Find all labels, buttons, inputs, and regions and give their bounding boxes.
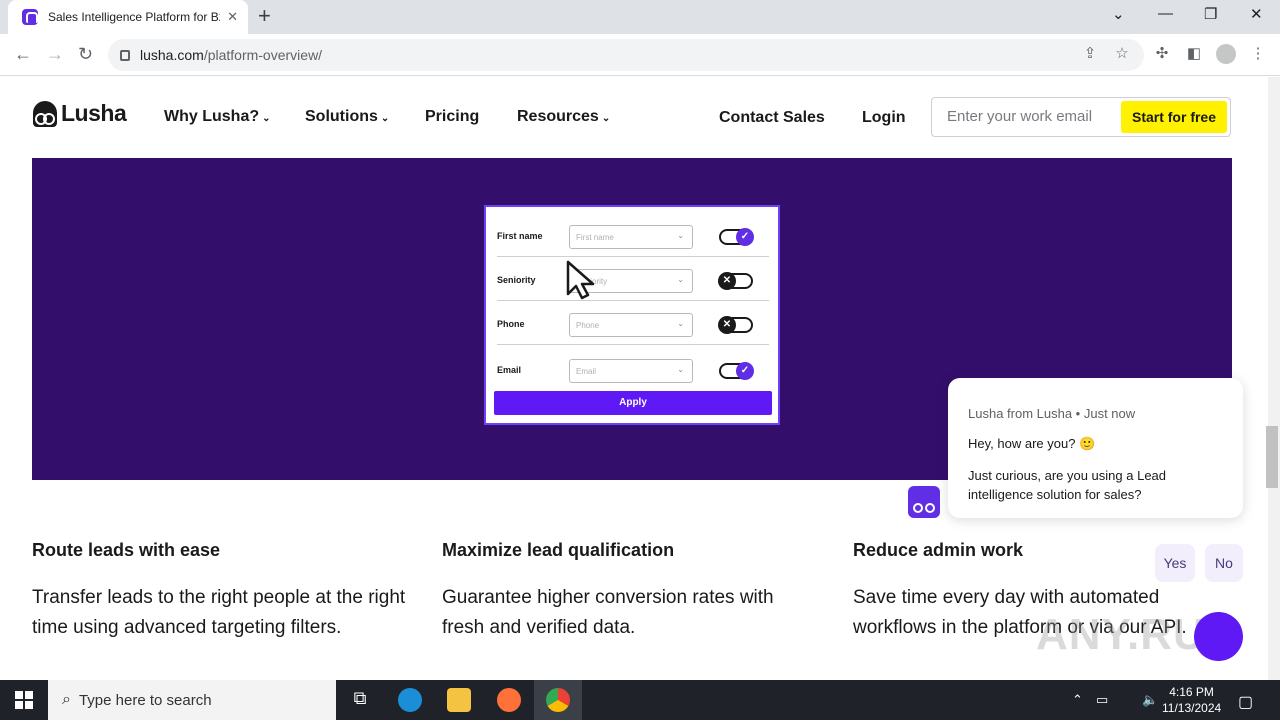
toggle-off: ✕ [718, 272, 753, 290]
x-icon: ✕ [718, 316, 736, 334]
filter-row: Email Email ⌄ ✓ [486, 345, 778, 389]
chevron-down-icon: ⌄ [677, 231, 684, 240]
taskbar-clock[interactable]: 4:16 PM 11/13/2024 [1162, 684, 1221, 716]
window-close-button[interactable]: ✕ [1250, 5, 1263, 23]
chrome-icon[interactable] [546, 688, 570, 712]
nav-solutions[interactable]: Solutions ⌄ [305, 108, 389, 126]
logo-text: Lusha [61, 100, 127, 126]
task-view-icon[interactable]: ⧉ [348, 688, 372, 712]
chat-launcher-button[interactable] [1194, 612, 1243, 661]
lusha-logo-icon [33, 100, 57, 127]
check-icon: ✓ [736, 228, 754, 246]
feature-body: Guarantee higher conversion rates with f… [442, 587, 774, 638]
filter-select: Phone ⌄ [569, 313, 693, 337]
toggle-on: ✓ [719, 228, 754, 246]
chevron-down-icon: ⌄ [677, 365, 684, 374]
chat-message: Hey, how are you? 🙂 [968, 436, 1096, 451]
tray-chevron-icon[interactable]: ⌃ [1072, 692, 1083, 708]
start-for-free-button[interactable]: Start for free [1121, 101, 1227, 133]
page-scrollbar[interactable] [1268, 77, 1280, 680]
x-icon: ✕ [718, 272, 736, 290]
scrollbar-thumb[interactable] [1266, 426, 1278, 488]
filter-row: Seniority Seniority⌄ ✕ [486, 255, 778, 301]
chat-sender: Lusha from Lusha • Just now [968, 406, 1136, 421]
contact-sales-link[interactable]: Contact Sales [719, 109, 825, 127]
notifications-icon[interactable]: ▢ [1238, 692, 1253, 712]
filter-select: First name ⌄ [569, 225, 693, 249]
menu-kebab-icon[interactable]: ⋮ [1250, 46, 1266, 62]
address-bar[interactable]: lusha.com/platform-overview/ [108, 39, 1144, 71]
chat-no-button[interactable]: No [1205, 544, 1243, 582]
chat-popup[interactable]: Lusha from Lusha • Just now Hey, how are… [948, 378, 1243, 518]
clock-time: 4:16 PM [1169, 685, 1214, 699]
bookmark-star-icon[interactable]: ☆ [1114, 46, 1130, 62]
firefox-icon[interactable] [497, 688, 521, 712]
clock-date: 11/13/2024 [1162, 701, 1222, 715]
extensions-puzzle-icon[interactable]: ✣ [1154, 46, 1170, 62]
windows-start-icon[interactable] [15, 691, 33, 709]
side-panel-icon[interactable]: ◧ [1186, 46, 1202, 62]
check-icon: ✓ [736, 362, 754, 380]
chevron-down-icon: ⌄ [677, 275, 684, 284]
filter-row: Phone Phone ⌄ ✕ [486, 299, 778, 345]
browser-tab[interactable]: Sales Intelligence Platform for B2B ✕ [8, 0, 248, 34]
chevron-down-icon: ⌄ [601, 113, 611, 124]
chevron-down-icon: ⌄ [677, 319, 684, 328]
chevron-down-icon: ⌄ [262, 113, 271, 124]
reload-icon[interactable]: ↻ [78, 44, 93, 65]
forward-arrow-icon[interactable]: → [46, 44, 64, 65]
url-text: lusha.com/platform-overview/ [140, 47, 323, 63]
volume-icon[interactable]: 🔈 [1142, 692, 1158, 708]
feature-title: Route leads with ease [32, 540, 221, 560]
toggle-off: ✕ [718, 316, 753, 334]
profile-avatar-icon[interactable] [1216, 44, 1236, 64]
restore-button[interactable]: ❐ [1204, 5, 1217, 23]
work-email-input[interactable] [947, 108, 1117, 125]
chat-yes-button[interactable]: Yes [1155, 544, 1195, 582]
login-link[interactable]: Login [862, 109, 906, 127]
nav-pricing[interactable]: Pricing [425, 108, 479, 126]
feature-body: Transfer leads to the right people at th… [32, 587, 406, 638]
chat-avatar-icon [908, 486, 940, 518]
search-icon: ⌕ [62, 691, 71, 708]
share-icon[interactable]: ⇪ [1082, 46, 1098, 62]
minimize-button[interactable]: — [1158, 5, 1173, 22]
taskbar-search[interactable]: ⌕ [48, 680, 336, 720]
taskbar-search-input[interactable] [78, 691, 259, 709]
chevron-down-icon: ⌄ [380, 113, 390, 124]
back-arrow-icon[interactable]: ← [14, 44, 32, 65]
file-explorer-icon[interactable] [447, 688, 471, 712]
tray-network-icon[interactable]: ▭ [1096, 692, 1108, 708]
filter-card-illustration: First name First name⌄ ✓ Seniority Senio… [484, 205, 780, 425]
apply-button-illustration: Apply [494, 391, 772, 415]
feature-title: Reduce admin work [853, 540, 1024, 560]
tab-close-icon[interactable]: ✕ [227, 9, 238, 25]
new-tab-button[interactable]: + [258, 4, 271, 28]
lock-icon [120, 49, 130, 61]
toggle-on: ✓ [719, 362, 754, 380]
tab-title: Sales Intelligence Platform for B2B [48, 10, 220, 24]
feature-title: Maximize lead qualification [442, 540, 675, 560]
mouse-pointer-icon [566, 260, 595, 300]
chat-message: Just curious, are you using a Lead intel… [968, 468, 1167, 502]
nav-why-lusha[interactable]: Why Lusha? ⌄ [164, 108, 271, 126]
filter-select: Email ⌄ [569, 359, 693, 383]
tab-search-icon[interactable]: ⌄ [1112, 5, 1125, 23]
edge-icon[interactable] [398, 688, 422, 712]
nav-resources[interactable]: Resources ⌄ [517, 108, 610, 126]
filter-row: First name First name ⌄ ✓ [486, 211, 778, 257]
lusha-logo[interactable]: Lusha [33, 100, 127, 127]
lusha-favicon-icon [22, 9, 38, 25]
